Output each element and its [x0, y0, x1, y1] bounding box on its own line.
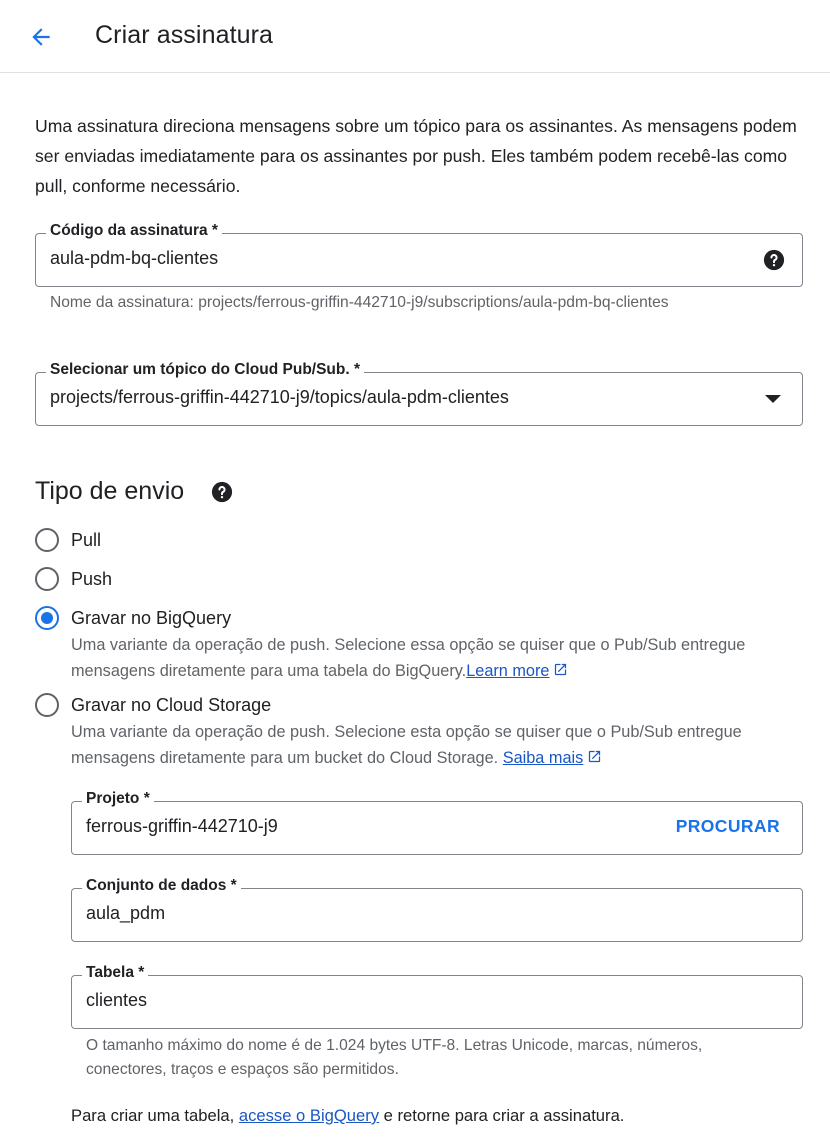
external-link-icon — [555, 663, 567, 676]
radio-bigquery-label: Gravar no BigQuery — [71, 607, 232, 628]
radio-push[interactable]: Push — [35, 567, 112, 591]
radio-push-label: Push — [71, 568, 113, 589]
project-label: Projeto * — [82, 790, 154, 808]
intro-text: Uma assinatura direciona mensagens sobre… — [35, 116, 797, 196]
topic-select[interactable]: Selecionar um tópico do Cloud Pub/Sub. *… — [35, 361, 803, 426]
subscription-id-field[interactable]: Código da assinatura * aula-pdm-bq-clien… — [35, 222, 803, 287]
page-header: Criar assinatura — [0, 0, 830, 73]
back-button[interactable] — [22, 18, 60, 56]
help-icon[interactable] — [763, 249, 785, 271]
saiba-mais-link[interactable]: Saiba mais — [503, 749, 584, 767]
topic-value: projects/ferrous-griffin-442710-j9/topic… — [50, 387, 509, 407]
create-table-note-before: Para criar uma tabela, — [71, 1106, 239, 1125]
cloud-storage-description: Uma variante da operação de push. Seleci… — [71, 719, 811, 771]
table-value[interactable]: clientes — [86, 990, 147, 1011]
table-name-hint: O tamanho máximo do nome é de 1.024 byte… — [86, 1037, 703, 1078]
project-field[interactable]: Projeto * ferrous-griffin-442710-j9 PROC… — [71, 790, 803, 855]
dataset-field[interactable]: Conjunto de dados * aula_pdm — [71, 877, 803, 942]
arrow-back-icon — [32, 28, 50, 46]
radio-cloud-storage-label: Gravar no Cloud Storage — [71, 694, 272, 715]
topic-label: Selecionar um tópico do Cloud Pub/Sub. * — [46, 361, 365, 379]
subscription-id-value[interactable]: aula-pdm-bq-clientes — [50, 248, 218, 269]
browse-button[interactable]: PROCURAR — [676, 816, 780, 837]
table-field[interactable]: Tabela * clientes — [71, 964, 803, 1029]
dataset-value[interactable]: aula_pdm — [86, 903, 165, 924]
bigquery-description: Uma variante da operação de push. Seleci… — [71, 632, 811, 684]
bigquery-description-text: Uma variante da operação de push. Seleci… — [71, 636, 746, 680]
dataset-label: Conjunto de dados * — [82, 877, 241, 895]
create-table-note-after: e retorne para criar a assinatura. — [379, 1106, 625, 1125]
radio-pull-control[interactable] — [35, 528, 59, 552]
create-table-note: Para criar uma tabela, acesse o BigQuery… — [71, 1106, 624, 1126]
radio-pull-label: Pull — [71, 529, 102, 550]
radio-push-control[interactable] — [35, 567, 59, 591]
radio-bigquery-control[interactable] — [35, 606, 59, 630]
page-title: Criar assinatura — [95, 21, 274, 49]
radio-cloud-storage[interactable]: Gravar no Cloud Storage — [35, 693, 271, 717]
delivery-help-icon[interactable] — [211, 481, 233, 503]
cloud-storage-description-text: Uma variante da operação de push. Seleci… — [71, 723, 742, 767]
delivery-type-title: Tipo de envio — [35, 477, 184, 506]
delivery-type-heading: Tipo de envio — [35, 477, 185, 505]
dropdown-arrow-icon[interactable] — [765, 395, 781, 403]
table-label: Tabela * — [82, 964, 149, 982]
subscription-name-hint: Nome da assinatura: projects/ferrous-gri… — [50, 294, 669, 311]
radio-bigquery[interactable]: Gravar no BigQuery — [35, 606, 231, 630]
project-value[interactable]: ferrous-griffin-442710-j9 — [86, 816, 278, 837]
radio-cloud-storage-control[interactable] — [35, 693, 59, 717]
bigquery-link[interactable]: acesse o BigQuery — [239, 1106, 379, 1125]
learn-more-link[interactable]: Learn more — [466, 662, 549, 680]
radio-pull[interactable]: Pull — [35, 528, 101, 552]
external-link-icon — [589, 750, 601, 763]
subscription-id-label: Código da assinatura * — [46, 222, 222, 240]
